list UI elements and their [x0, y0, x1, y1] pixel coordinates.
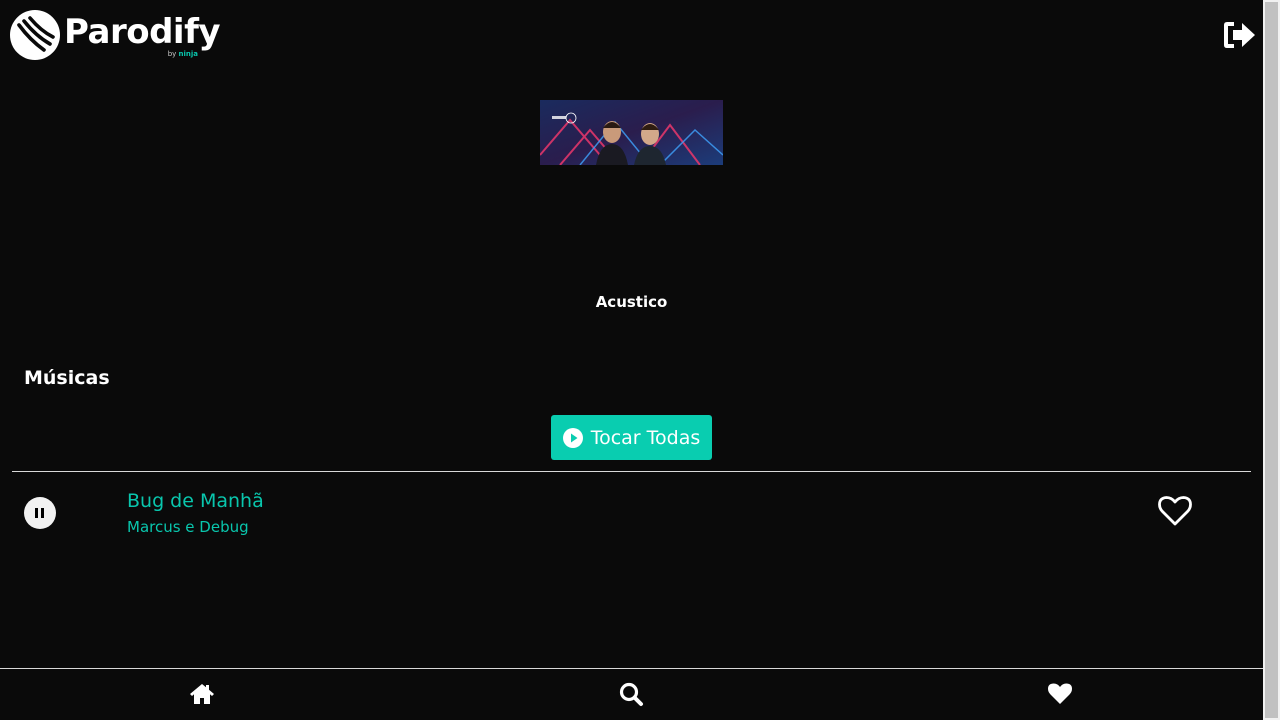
pause-button[interactable]: [24, 497, 56, 529]
nav-home[interactable]: [189, 681, 215, 707]
pause-icon: [35, 508, 38, 518]
album-title: Acustico: [595, 293, 668, 311]
favorite-button[interactable]: [1158, 495, 1192, 527]
sign-out-icon: [1224, 22, 1255, 48]
logo-text-group: Parodify by ninja: [64, 10, 221, 58]
logo-by-text: by: [167, 50, 177, 58]
track-artist[interactable]: Marcus e Debug: [127, 517, 249, 537]
play-all-label: Tocar Todas: [590, 426, 701, 449]
album-cover-image: [540, 100, 723, 165]
search-icon: [619, 682, 643, 706]
parodify-logo[interactable]: Parodify by ninja: [10, 10, 221, 62]
logout-button[interactable]: [1222, 20, 1256, 50]
track-row[interactable]: Bug de Manhã Marcus e Debug: [12, 480, 1251, 546]
track-title[interactable]: Bug de Manhã: [127, 489, 264, 513]
tracks-section-title: Músicas: [24, 367, 110, 389]
nav-favorites[interactable]: [1047, 681, 1073, 707]
tracks-divider: [12, 471, 1251, 472]
play-circle-icon: [562, 427, 583, 448]
scrollbar-thumb[interactable]: [1265, 2, 1278, 718]
heart-icon: [1048, 683, 1072, 704]
heart-outline-icon: [1158, 496, 1192, 526]
nav-search[interactable]: [618, 681, 644, 707]
logo-byline: by ninja: [168, 50, 198, 58]
album-cover-art: [540, 100, 723, 165]
pause-icon-bar: [41, 508, 44, 518]
logo-mark-icon: [10, 10, 60, 60]
home-icon: [190, 684, 214, 704]
app-root: Parodify by ninja Acustico Músicas Tocar…: [0, 0, 1263, 720]
bottom-nav: [0, 668, 1263, 720]
logo-brand-text: ninja: [178, 50, 199, 58]
logo-wordmark: Parodify: [64, 12, 221, 52]
play-all-button[interactable]: Tocar Todas: [551, 415, 712, 460]
